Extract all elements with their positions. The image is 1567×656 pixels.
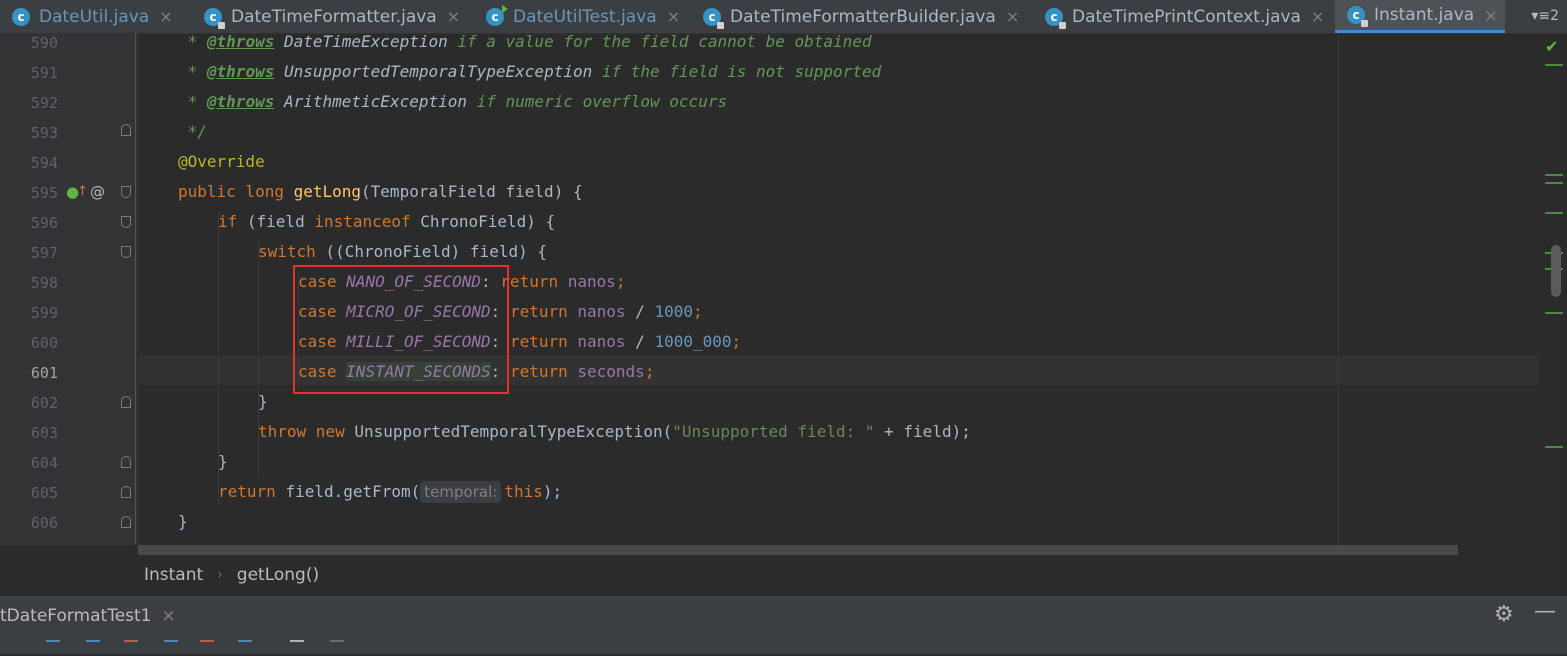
tab-label: DateTimeFormatter.java xyxy=(231,6,437,27)
line-number: 604 xyxy=(30,454,58,472)
class-locked-icon: c xyxy=(204,7,225,29)
run-tool-window: tDateFormatTest1 × ⚙ — xyxy=(0,595,1567,654)
code-line-595: public long getLong(TemporalField field)… xyxy=(178,182,583,201)
line-number: 593 xyxy=(30,124,58,142)
run-tab-label: tDateFormatTest1 xyxy=(0,606,152,626)
code-line-597: switch ((ChronoField) field) { xyxy=(258,242,547,261)
current-line-number: 601 xyxy=(30,364,58,382)
minus-icon[interactable]: — xyxy=(1534,599,1556,624)
code-line-594: @Override xyxy=(178,152,265,171)
code-line-603: throw new UnsupportedTemporalTypeExcepti… xyxy=(258,422,971,441)
expand-icon[interactable] xyxy=(238,640,252,656)
tab-label: DateTimePrintContext.java xyxy=(1072,6,1301,27)
line-number: 599 xyxy=(30,304,58,322)
tab-label: DateUtilTest.java xyxy=(513,6,657,27)
rerun-icon[interactable] xyxy=(46,640,60,656)
close-icon[interactable]: × xyxy=(1484,6,1497,25)
line-number: 607 xyxy=(0,538,58,545)
stop-icon[interactable] xyxy=(124,640,138,656)
line-number: 595 xyxy=(30,184,58,202)
line-number: 592 xyxy=(30,94,58,112)
override-icon[interactable]: @ xyxy=(90,183,105,201)
filter-icon[interactable] xyxy=(330,640,344,656)
line-number: 603 xyxy=(30,424,58,442)
tab-label: DateUtil.java xyxy=(39,6,150,27)
layout-icon[interactable] xyxy=(290,640,304,656)
horizontal-scrollbar[interactable] xyxy=(138,545,1458,555)
code-line-593: */ xyxy=(178,122,207,141)
breadcrumb-separator: › xyxy=(217,567,223,583)
close-icon[interactable]: × xyxy=(447,7,460,26)
line-number: 598 xyxy=(30,274,58,292)
tab-datetimeprintcontext[interactable]: c DateTimePrintContext.java × xyxy=(1045,0,1324,33)
fold-marker-icon[interactable] xyxy=(121,456,131,468)
class-locked-icon: c xyxy=(1347,6,1368,27)
close-icon[interactable]: × xyxy=(667,7,680,26)
inspection-ok-icon[interactable]: ✔ xyxy=(1545,37,1558,56)
close-icon[interactable]: × xyxy=(1006,7,1019,26)
run-tab[interactable]: tDateFormatTest1 × xyxy=(0,596,176,634)
editor-tab-bar: c DateUtil.java × c DateTimeFormatter.ja… xyxy=(0,0,1567,34)
breadcrumb-method[interactable]: getLong() xyxy=(237,565,319,585)
export-icon[interactable] xyxy=(200,640,214,656)
breadcrumb-class[interactable]: Instant xyxy=(144,565,203,585)
gear-icon[interactable]: ⚙ xyxy=(1494,602,1514,627)
tab-label: DateTimeFormatterBuilder.java xyxy=(730,6,996,27)
test-class-icon: c xyxy=(486,4,508,26)
up-arrow-icon[interactable]: ↑ xyxy=(77,184,88,199)
tab-label: Instant.java xyxy=(1374,5,1475,25)
code-line-605: return field.getFrom(temporal: this); xyxy=(218,481,563,503)
line-number: 591 xyxy=(30,64,58,82)
line-number: 605 xyxy=(30,484,58,502)
class-locked-icon: c xyxy=(703,7,724,29)
fold-marker-icon[interactable] xyxy=(121,124,131,136)
fold-marker-icon[interactable] xyxy=(121,396,131,408)
tabs-overflow-button[interactable]: ▾≡2 xyxy=(1531,8,1559,24)
class-icon: c xyxy=(12,7,30,26)
parameter-hint: temporal: xyxy=(420,481,502,503)
fold-marker-icon[interactable] xyxy=(121,516,131,528)
line-number: 594 xyxy=(30,154,58,172)
right-margin-guide xyxy=(1338,33,1339,555)
vertical-scrollbar-thumb[interactable] xyxy=(1551,245,1561,297)
line-number: 590 xyxy=(30,34,58,52)
code-line-590: * @throws DateTimeException if a value f… xyxy=(178,33,872,51)
class-locked-icon: c xyxy=(1045,7,1066,29)
tab-datetimeformatterbuilder[interactable]: c DateTimeFormatterBuilder.java × xyxy=(703,0,1019,33)
code-line-592: * @throws ArithmeticException if numeric… xyxy=(178,92,728,111)
close-icon[interactable]: × xyxy=(162,606,176,626)
tab-instant[interactable]: c Instant.java × xyxy=(1335,0,1505,33)
fold-marker-icon[interactable] xyxy=(121,186,131,198)
close-icon[interactable]: × xyxy=(1311,7,1324,26)
line-number: 606 xyxy=(30,514,58,532)
code-line-606: } xyxy=(178,512,188,531)
tab-dateutiltest[interactable]: c DateUtilTest.java × xyxy=(486,0,680,33)
breadcrumb: Instant › getLong() xyxy=(0,555,1567,595)
tab-datetimeformatter[interactable]: c DateTimeFormatter.java × xyxy=(204,0,460,33)
code-line-591: * @throws UnsupportedTemporalTypeExcepti… xyxy=(178,62,882,81)
line-number: 600 xyxy=(30,334,58,352)
toggle-icon[interactable] xyxy=(86,640,100,656)
line-number: 597 xyxy=(30,244,58,262)
sort-icon[interactable] xyxy=(164,640,178,656)
code-line-596: if (field instanceof ChronoField) { xyxy=(218,212,556,231)
line-number: 596 xyxy=(30,214,58,232)
line-number: 602 xyxy=(30,394,58,412)
highlight-annotation-box xyxy=(293,265,509,394)
code-line-604: } xyxy=(218,452,228,471)
close-icon[interactable]: × xyxy=(159,7,172,26)
fold-marker-icon[interactable] xyxy=(121,486,131,498)
fold-marker-icon[interactable] xyxy=(121,246,131,258)
code-line-602: } xyxy=(258,392,268,411)
fold-marker-icon[interactable] xyxy=(121,216,131,228)
